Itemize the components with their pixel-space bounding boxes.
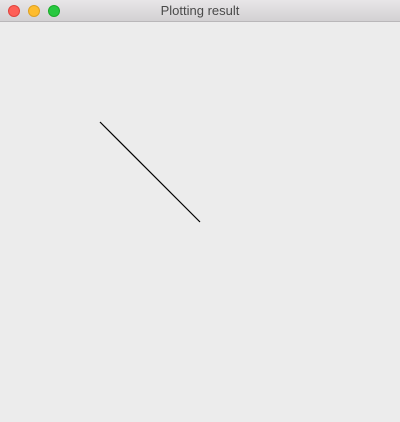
- app-window: Plotting result: [0, 0, 400, 422]
- plot-line: [99, 121, 201, 223]
- close-window-button[interactable]: [8, 5, 20, 17]
- title-bar[interactable]: Plotting result: [0, 0, 400, 22]
- plot-canvas: [0, 22, 400, 422]
- zoom-window-button[interactable]: [48, 5, 60, 17]
- minimize-window-button[interactable]: [28, 5, 40, 17]
- window-title: Plotting result: [160, 3, 240, 18]
- plot-svg: [99, 121, 201, 223]
